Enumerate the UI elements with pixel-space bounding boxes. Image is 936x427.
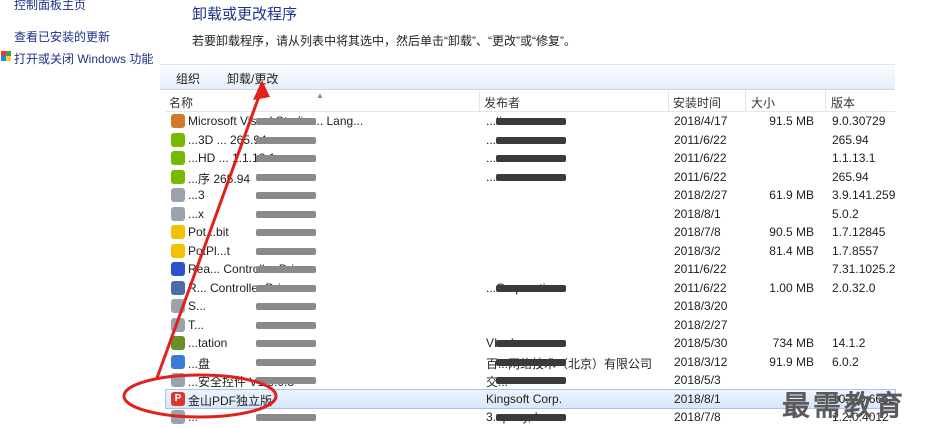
watermark: 最需教育: [782, 389, 907, 422]
annotation-arrowhead: [253, 80, 270, 100]
annotation-arrow-line: [155, 87, 264, 379]
highlight-ellipse: [122, 373, 278, 419]
annotation-overlay: [122, 80, 278, 419]
